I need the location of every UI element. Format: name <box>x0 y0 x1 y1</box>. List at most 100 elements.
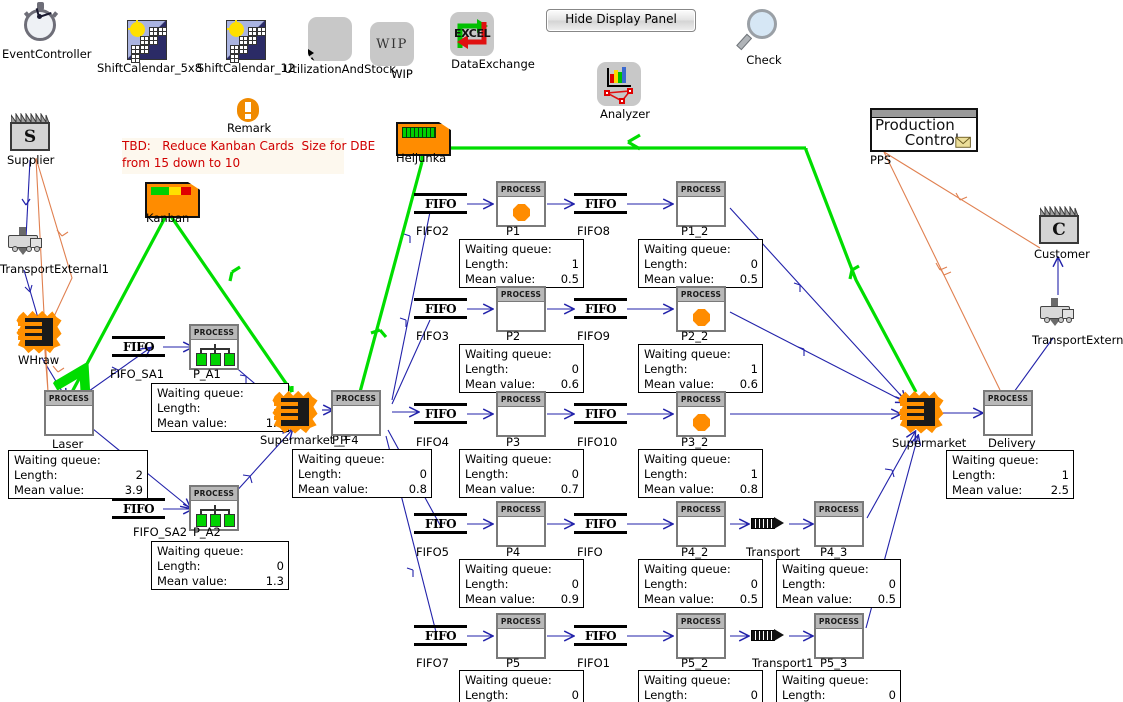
p3-2-queue-panel: Waiting queue: Length: 1 Mean value: 0.8 <box>638 449 763 498</box>
queue-length-label: Length: <box>465 577 509 591</box>
p5-3-label: P5_3 <box>820 656 848 670</box>
queue-title: Waiting queue: <box>465 347 552 361</box>
delivery-process[interactable]: PROCESS <box>983 390 1033 436</box>
queue-length-value: 0 <box>571 577 579 591</box>
customer-object[interactable]: C <box>1039 206 1079 244</box>
queue-title: Waiting queue: <box>14 453 101 467</box>
calendar-icon <box>127 20 167 63</box>
supermarket-object[interactable] <box>898 390 944 434</box>
transport-external-object[interactable] <box>1040 297 1076 331</box>
utilization-and-stock[interactable]: UtilizationAndStock <box>284 17 396 76</box>
whraw-object[interactable] <box>16 310 62 354</box>
queue-title: Waiting queue: <box>782 673 869 687</box>
fifo3-label: FIFO3 <box>416 329 449 343</box>
p-f4-process[interactable]: PROCESS <box>331 390 381 436</box>
queue-mean-label: Mean value: <box>298 482 369 496</box>
fifo1-label: FIFO1 <box>577 656 610 670</box>
p4-2-process[interactable]: PROCESS <box>676 501 726 547</box>
fifo10-object[interactable]: FIFO <box>574 403 627 425</box>
queue-mean-value: 0.5 <box>877 592 896 606</box>
fifo-sa1-object[interactable]: FIFO <box>112 336 165 358</box>
fifo-sa2-object[interactable]: FIFO <box>112 498 165 520</box>
queue-length-label: Length: <box>644 577 688 591</box>
transport-object[interactable] <box>751 517 785 529</box>
queue-length-value: 0 <box>750 257 758 271</box>
p-a1-process[interactable]: PROCESS <box>189 324 239 370</box>
queue-mean-label: Mean value: <box>952 483 1023 497</box>
analyzer[interactable]: Analyzer <box>597 62 653 121</box>
p1-label: P1 <box>506 224 521 238</box>
shift-calendar-12-label: ShiftCalendar_12 <box>196 61 296 75</box>
p4-process[interactable]: PROCESS <box>496 501 546 547</box>
data-exchange[interactable]: EXCEL DataExchange <box>450 12 536 71</box>
p1-queue-panel: Waiting queue: Length: 1 Mean value: 0.5 <box>459 239 584 288</box>
queue-mean-label: Mean value: <box>157 416 228 430</box>
fifo3-object[interactable]: FIFO <box>414 298 467 320</box>
mail-icon <box>955 136 971 148</box>
transport1-object[interactable] <box>751 629 785 641</box>
queue-length-label: Length: <box>644 362 688 376</box>
heijunka-label: Heijunka <box>396 151 447 165</box>
p5-process[interactable]: PROCESS <box>496 613 546 659</box>
queue-title: Waiting queue: <box>644 452 731 466</box>
shift-calendar-12[interactable]: ShiftCalendar_12 <box>196 18 296 75</box>
p1-process[interactable]: PROCESS <box>496 181 546 227</box>
supermarket-p-object[interactable] <box>272 390 318 434</box>
fifo7-object[interactable]: FIFO <box>414 625 467 647</box>
p2-2-queue-panel: Waiting queue: Length: 1 Mean value: 0.6 <box>638 344 763 393</box>
fifo8-label: FIFO8 <box>577 224 610 238</box>
wip[interactable]: WIP WIP <box>370 22 426 81</box>
fifo-caption: FIFO <box>424 407 457 421</box>
queue-length-value: 1 <box>750 467 758 481</box>
transport-external1-label: TransportExternal1 <box>0 262 109 276</box>
queue-mean-value: 0.8 <box>408 482 427 496</box>
process-header: PROCESS <box>46 392 92 406</box>
p1-2-process[interactable]: PROCESS <box>676 181 726 227</box>
fifo9-object[interactable]: FIFO <box>574 298 627 320</box>
p2-process[interactable]: PROCESS <box>496 286 546 332</box>
fifo5-object[interactable]: FIFO <box>414 513 467 535</box>
utilization-and-stock-label: UtilizationAndStock <box>284 62 396 76</box>
fifo9-label: FIFO9 <box>577 329 610 343</box>
fifo8-object[interactable]: FIFO <box>574 193 627 215</box>
p5-2-process[interactable]: PROCESS <box>676 613 726 659</box>
delivery-label: Delivery <box>988 436 1036 450</box>
hide-display-panel-button[interactable]: Hide Display Panel <box>546 9 696 32</box>
parallel-stations-icon <box>195 344 235 368</box>
note-line-1: TBD: Reduce Kanban Cards Size for DBE <box>122 139 376 153</box>
check[interactable]: Check <box>733 8 795 67</box>
fifo-row4-object[interactable]: FIFO <box>574 513 627 535</box>
p4-3-queue-panel: Waiting queue: Length: 0 Mean value: 0.5 <box>776 559 901 608</box>
queue-mean-label: Mean value: <box>465 272 536 286</box>
fifo2-label: FIFO2 <box>416 224 449 238</box>
p3-2-process[interactable]: PROCESS <box>676 391 726 437</box>
queue-title: Waiting queue: <box>465 242 552 256</box>
supplier-letter: S <box>10 122 50 151</box>
transport-label: Transport <box>746 545 800 559</box>
queue-length-value: 0 <box>888 577 896 591</box>
p1-2-queue-panel: Waiting queue: Length: 0 Mean value: 0.5 <box>638 239 763 288</box>
laser-label: Laser <box>52 437 84 451</box>
shift-calendar-5x8[interactable]: ShiftCalendar_5x8 <box>97 18 202 75</box>
p2-2-process[interactable]: PROCESS <box>676 286 726 332</box>
wip-label: WIP <box>391 67 413 81</box>
queue-mean-value: 0.6 <box>739 377 758 391</box>
queue-mean-label: Mean value: <box>644 377 715 391</box>
p5-3-process[interactable]: PROCESS <box>814 613 864 659</box>
queue-mean-label: Mean value: <box>465 482 536 496</box>
p4-3-process[interactable]: PROCESS <box>814 501 864 547</box>
laser-process[interactable]: PROCESS <box>44 390 94 436</box>
p3-process[interactable]: PROCESS <box>496 391 546 437</box>
queue-length-value: 0 <box>571 688 579 702</box>
fifo2-object[interactable]: FIFO <box>414 193 467 215</box>
queue-length-value: 0 <box>571 467 579 481</box>
fifo-caption: FIFO <box>584 517 617 531</box>
queue-length-label: Length: <box>157 559 201 573</box>
fifo1-object[interactable]: FIFO <box>574 625 627 647</box>
event-controller[interactable]: EventController <box>2 2 92 61</box>
production-control-object[interactable]: Production Control <box>870 108 978 152</box>
supplier-object[interactable]: S <box>10 113 50 151</box>
process-header: PROCESS <box>816 503 862 517</box>
transport-external1-object[interactable] <box>8 226 44 260</box>
fifo4-object[interactable]: FIFO <box>414 403 467 425</box>
